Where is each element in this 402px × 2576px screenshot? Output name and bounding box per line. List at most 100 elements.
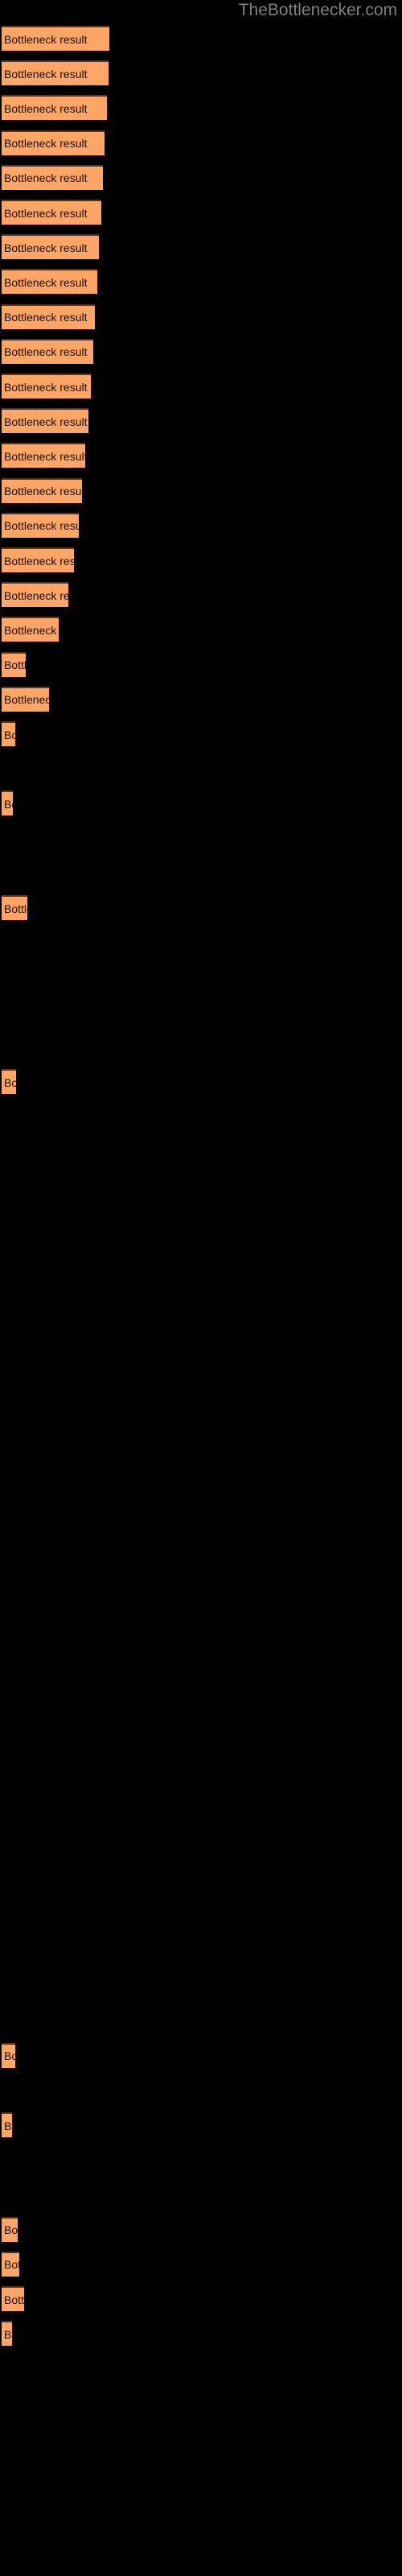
bar-13[interactable]: Bottleneck result [2, 443, 85, 469]
bar-row [0, 1899, 402, 1934]
bar-row [0, 2142, 402, 2177]
bar-row [0, 1238, 402, 1273]
bar-row [0, 1481, 402, 1516]
bar-14[interactable]: Bottleneck result [2, 477, 82, 503]
bar-row: Bottleneck result [0, 403, 402, 438]
bar-19[interactable]: Bottleneck result [2, 651, 26, 677]
bar-label: Bottleneck result [4, 2119, 12, 2132]
bar-row: Bottleneck result [0, 369, 402, 403]
bar-08[interactable]: Bottleneck result [2, 269, 97, 295]
bar-row [0, 1169, 402, 1203]
bar-row: Bottleneck result [0, 21, 402, 56]
bar-row [0, 1273, 402, 1307]
bar-21[interactable]: Bottleneck result [2, 721, 15, 746]
bar-31[interactable]: Bottleneck result [2, 1069, 16, 1094]
bar-row [0, 1620, 402, 1655]
bar-row [0, 1725, 402, 1760]
bar-04[interactable]: Bottleneck result [2, 130, 105, 155]
bar-label: Bottleneck result [4, 137, 88, 151]
bar-label: Bottleneck result [4, 101, 88, 115]
bar-07[interactable]: Bottleneck result [2, 234, 99, 260]
bar-row: Bottleneck result [0, 2281, 402, 2316]
bar-row: Bottleneck result [0, 2107, 402, 2142]
bar-row [0, 2455, 402, 2490]
bar-row [0, 1030, 402, 1064]
bar-label: Bottleneck result [4, 2050, 15, 2063]
bar-row [0, 1934, 402, 1968]
bar-row [0, 1412, 402, 1447]
bar-row: Bottleneck result [0, 2316, 402, 2351]
bar-row [0, 1343, 402, 1377]
bar-row [0, 1760, 402, 1794]
bar-18[interactable]: Bottleneck result [2, 617, 59, 642]
bar-label: Bottleneck result [4, 2293, 24, 2306]
bar-row [0, 995, 402, 1030]
bar-label: Bottleneck result [4, 588, 68, 602]
bar-09[interactable]: Bottleneck result [2, 303, 95, 329]
bar-row: Bottleneck result [0, 577, 402, 612]
bar-row [0, 2003, 402, 2037]
bar-row: Bottleneck result [0, 543, 402, 577]
bar-row: Bottleneck result [0, 2247, 402, 2281]
bar-23[interactable]: Bottleneck result [2, 791, 13, 816]
bar-label: Bottleneck result [4, 206, 88, 220]
bar-row: Bottleneck result [0, 195, 402, 229]
bar-chart-plot-area: Bottleneck result Bottleneck result Bottle… [0, 21, 402, 2576]
bar-row: Bottleneck result [0, 90, 402, 125]
bar-row [0, 1586, 402, 1620]
bar-15[interactable]: Bottleneck result [2, 512, 79, 538]
bar-61[interactable]: Bottleneck result [2, 2112, 12, 2137]
bar-row [0, 1099, 402, 1133]
bar-row [0, 2490, 402, 2524]
bar-row: Bottleneck result [0, 508, 402, 543]
bar-label: Bottleneck result [4, 171, 88, 185]
bar-row: Bottleneck result [0, 160, 402, 195]
bar-row [0, 1864, 402, 1899]
bar-label: Bottleneck result [4, 345, 88, 359]
bar-row [0, 1517, 402, 1551]
bar-17[interactable]: Bottleneck result [2, 582, 68, 608]
bar-label: Bottleneck result [4, 797, 13, 811]
bar-row [0, 2421, 402, 2455]
bar-67[interactable]: Bottleneck result [2, 2321, 12, 2347]
bar-06[interactable]: Bottleneck result [2, 200, 101, 225]
bar-row: Bottleneck result [0, 473, 402, 508]
bar-label: Bottleneck result [4, 728, 15, 741]
bar-label: Bottleneck result [4, 311, 88, 324]
bar-row [0, 1203, 402, 1238]
bar-row [0, 2177, 402, 2211]
bar-row: Bottleneck result [0, 438, 402, 473]
bar-label: Bottleneck result [4, 519, 79, 533]
bar-66[interactable]: Bottleneck result [2, 2286, 24, 2311]
bar-label: Bottleneck result [4, 902, 27, 915]
bar-02[interactable]: Bottleneck result [2, 60, 109, 86]
bar-row [0, 751, 402, 786]
bar-row [0, 1794, 402, 1829]
bottleneck-chart-page: TheBottlenecker.com Bottleneck result Bot… [0, 0, 402, 2576]
bar-row: Bottleneck result [0, 2212, 402, 2247]
bar-label: Bottleneck result [4, 449, 85, 463]
bar-label: Bottleneck result [4, 32, 88, 46]
bar-65[interactable]: Bottleneck result [2, 2251, 19, 2277]
bar-20[interactable]: Bottleneck result [2, 686, 49, 712]
bar-label: Bottleneck result [4, 241, 88, 254]
bar-64[interactable]: Bottleneck result [2, 2216, 18, 2242]
bar-26[interactable]: Bottleneck result [2, 895, 27, 920]
bar-label: Bottleneck result [4, 485, 82, 498]
bar-label: Bottleneck result [4, 67, 88, 80]
bar-row: Bottleneck result [0, 890, 402, 925]
bar-11[interactable]: Bottleneck result [2, 374, 91, 398]
bar-label: Bottleneck result [4, 554, 74, 568]
bar-row [0, 1377, 402, 1412]
bar-row: Bottleneck result [0, 682, 402, 716]
bar-row [0, 1829, 402, 1864]
bar-row [0, 1551, 402, 1586]
bar-01[interactable]: Bottleneck result [2, 26, 109, 51]
bar-12[interactable]: Bottleneck result [2, 408, 88, 434]
bar-59[interactable]: Bottleneck result [2, 2042, 15, 2068]
bar-03[interactable]: Bottleneck result [2, 95, 107, 121]
bar-16[interactable]: Bottleneck result [2, 547, 74, 572]
bar-label: Bottleneck result [4, 623, 59, 637]
bar-10[interactable]: Bottleneck result [2, 338, 93, 364]
bar-05[interactable]: Bottleneck result [2, 164, 103, 190]
